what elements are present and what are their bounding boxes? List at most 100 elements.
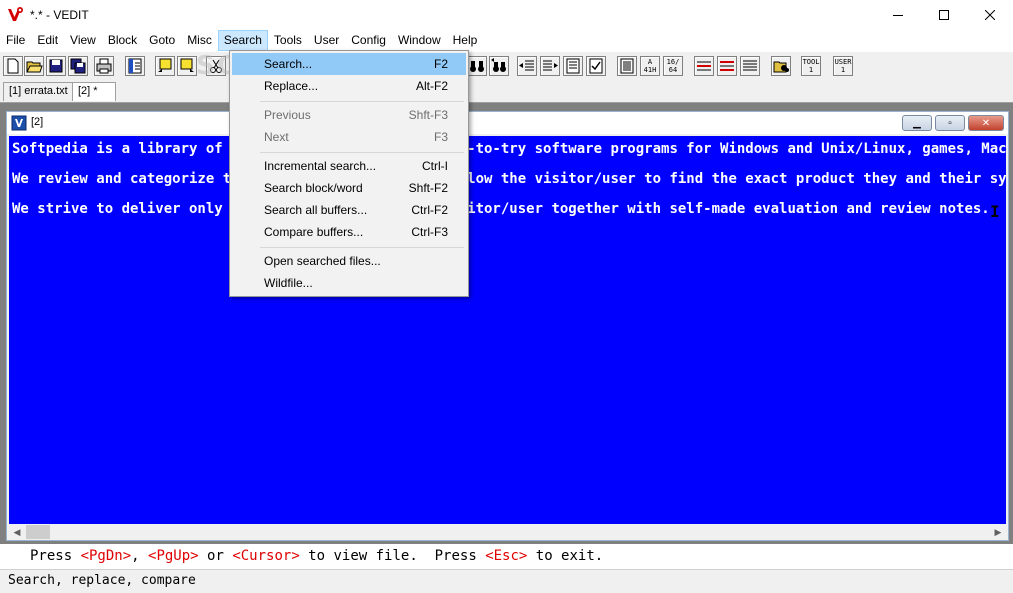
window-title: *.* - VEDIT: [30, 8, 89, 22]
user-1-label: USER 1: [834, 58, 852, 74]
search-menu-item-replace[interactable]: Replace... Alt-F2: [232, 75, 466, 97]
lines-button[interactable]: [740, 56, 760, 76]
lines-icon: [743, 60, 757, 71]
find-files-button[interactable]: [771, 56, 791, 76]
search-menu-item-compare[interactable]: Compare buffers... Ctrl-F3: [232, 221, 466, 243]
block-end-button[interactable]: [177, 56, 197, 76]
save-icon: [49, 59, 63, 73]
menu-edit[interactable]: Edit: [31, 30, 64, 51]
text-editor[interactable]: Softpedia is a library of over 1,300,000…: [9, 136, 1006, 524]
maximize-button[interactable]: [921, 0, 967, 30]
title-bar: *.* - VEDIT: [0, 0, 1013, 30]
block-begin-icon: [158, 58, 172, 72]
search-menu-item-wildfile[interactable]: Wildfile...: [232, 272, 466, 294]
menu-help[interactable]: Help: [447, 30, 484, 51]
open-folder-icon: [26, 61, 43, 73]
open-file-button[interactable]: [24, 56, 44, 76]
menu-search[interactable]: Search: [217, 30, 268, 51]
menu-user[interactable]: User: [308, 30, 345, 51]
mdi-workspace: [2] ▁ ▫ ✕ Softpedia is a library of over…: [0, 102, 1013, 544]
find-button[interactable]: [467, 56, 487, 76]
menu-separator: [260, 101, 464, 102]
prompt-text: to exit.: [527, 548, 604, 564]
save-all-button[interactable]: [68, 56, 88, 76]
search-menu-item-search-block[interactable]: Search block/word Shft-F2: [232, 177, 466, 199]
editor-line: We review and categorize these products …: [12, 171, 1006, 187]
document-lines-icon: [620, 58, 634, 74]
delete-block-button[interactable]: [717, 56, 737, 76]
menu-misc[interactable]: Misc: [181, 30, 218, 51]
folder-search-icon: [773, 61, 789, 73]
menu-block[interactable]: Block: [102, 30, 143, 51]
window-list-button[interactable]: [125, 56, 145, 76]
status-bar: Search, replace, compare: [0, 569, 1013, 593]
text-cursor-icon: I: [990, 202, 1000, 221]
strike-lines-red-icon: [720, 61, 734, 71]
minimize-button[interactable]: [875, 0, 921, 30]
prompt-key-pgup: <PgUp>: [148, 548, 199, 564]
search-menu-item-previous[interactable]: Previous Shft-F3: [232, 104, 466, 126]
editor-line: Softpedia is a library of over 1,300,000…: [12, 141, 1006, 157]
menu-view[interactable]: View: [64, 30, 102, 51]
block-begin-button[interactable]: [155, 56, 175, 76]
ascii-label: A 41H: [643, 58, 657, 74]
menu-file[interactable]: File: [0, 30, 31, 51]
search-menu-item-incremental[interactable]: Incremental search... Ctrl-I: [232, 155, 466, 177]
menu-window[interactable]: Window: [392, 30, 447, 51]
tab-errata[interactable]: [1] errata.txt: [3, 82, 74, 101]
child-close-button[interactable]: ✕: [968, 115, 1004, 131]
user-1-button[interactable]: USER 1: [833, 56, 853, 76]
prompt-text: to view file. Press: [299, 548, 486, 564]
paragraph-icon: [566, 58, 580, 74]
outdent-icon: [519, 60, 534, 71]
tab-buffer-2[interactable]: [2] *: [72, 82, 116, 101]
horizontal-scrollbar[interactable]: ◀ ▶: [9, 524, 1006, 540]
prompt-key-esc: <Esc>: [485, 548, 528, 564]
search-menu-item-open-searched[interactable]: Open searched files...: [232, 250, 466, 272]
child-minimize-button[interactable]: ▁: [902, 115, 932, 131]
close-button[interactable]: [967, 0, 1013, 30]
toolbar: A 41H 16/ 64 TOOL 1 USER 1: [0, 51, 1013, 80]
format-paragraph-button[interactable]: [563, 56, 583, 76]
scroll-right-icon[interactable]: ▶: [990, 524, 1006, 540]
menu-tools[interactable]: Tools: [268, 30, 308, 51]
find-next-button[interactable]: [489, 56, 509, 76]
menu-separator: [260, 247, 464, 248]
restore-icon: ▫: [948, 117, 952, 129]
indent-right-button[interactable]: [540, 56, 560, 76]
minimize-icon: [893, 15, 903, 16]
menu-separator: [260, 152, 464, 153]
ascii-button[interactable]: A 41H: [640, 56, 660, 76]
search-menu-item-search[interactable]: Search... F2: [232, 53, 466, 75]
justify-button[interactable]: [617, 56, 637, 76]
menu-bar: File Edit View Block Goto Misc Search To…: [0, 30, 1013, 51]
edit-window-title: [2]: [31, 116, 44, 128]
save-button[interactable]: [46, 56, 66, 76]
tool-1-button[interactable]: TOOL 1: [801, 56, 821, 76]
delete-line-button[interactable]: [694, 56, 714, 76]
document-icon[interactable]: [11, 115, 27, 131]
vedit-logo-icon[interactable]: [6, 6, 24, 24]
edit-window-title-bar: [2] ▁ ▫ ✕: [7, 112, 1008, 134]
scissors-icon: [210, 59, 222, 73]
menu-goto[interactable]: Goto: [143, 30, 181, 51]
indent-icon: [543, 60, 558, 71]
new-file-button[interactable]: [3, 56, 23, 76]
scroll-left-icon[interactable]: ◀: [9, 524, 25, 540]
menu-config[interactable]: Config: [345, 30, 392, 51]
binoculars-icon: [470, 61, 484, 72]
child-restore-button[interactable]: ▫: [935, 115, 965, 131]
vedit-app: *.* - VEDIT File Edit View Block Goto Mi…: [0, 0, 1013, 593]
spell-check-button[interactable]: [586, 56, 606, 76]
search-menu-item-search-all[interactable]: Search all buffers... Ctrl-F2: [232, 199, 466, 221]
print-button[interactable]: [94, 56, 114, 76]
fraction-button[interactable]: 16/ 64: [663, 56, 683, 76]
strike-lines-icon: [697, 61, 711, 71]
cut-button[interactable]: [206, 56, 226, 76]
indent-left-button[interactable]: [517, 56, 537, 76]
tool-1-label: TOOL 1: [802, 58, 820, 74]
scroll-thumb[interactable]: [26, 525, 50, 539]
prompt-text: Press: [30, 548, 81, 564]
search-menu-item-next[interactable]: Next F3: [232, 126, 466, 148]
prompt-key-pgdn: <PgDn>: [80, 548, 132, 564]
